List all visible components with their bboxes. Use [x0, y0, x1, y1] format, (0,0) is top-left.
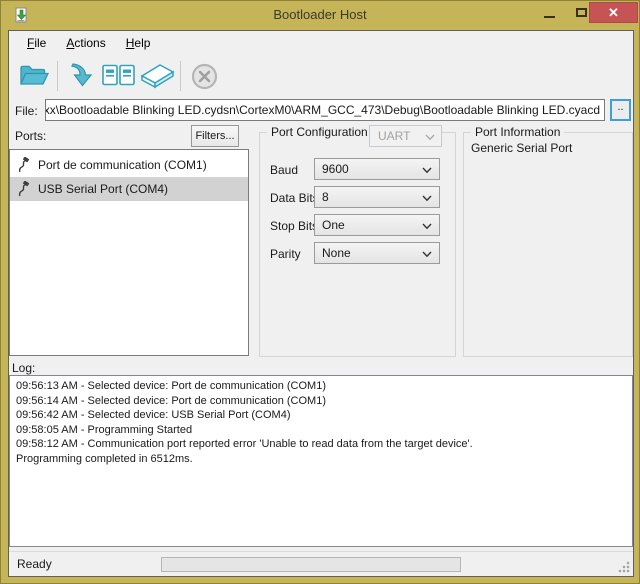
parity-select[interactable]: None	[314, 242, 440, 264]
resize-grip[interactable]	[618, 561, 630, 573]
chevron-down-icon	[422, 195, 432, 202]
port-information-title: Port Information	[471, 125, 564, 139]
ports-label: Ports:	[15, 129, 46, 143]
menu-actions[interactable]: Actions	[56, 31, 115, 56]
port-name: Port de communication (COM1)	[38, 158, 207, 172]
maximize-icon	[576, 8, 587, 17]
parity-label: Parity	[270, 247, 301, 261]
port-configuration-title: Port Configuration	[267, 125, 372, 139]
port-list-item-com4[interactable]: USB Serial Port (COM4)	[10, 177, 248, 201]
stop-bits-label: Stop Bits	[270, 219, 318, 233]
abort-button	[185, 59, 223, 93]
log-label: Log:	[12, 361, 35, 375]
chevron-down-icon	[425, 134, 435, 141]
serial-port-icon	[16, 157, 30, 173]
statusbar: Ready	[9, 551, 633, 576]
log-output[interactable]: 09:56:13 AM - Selected device: Port de c…	[9, 375, 633, 547]
erase-button[interactable]	[138, 59, 176, 93]
chevron-down-icon	[422, 223, 432, 230]
port-list-item-com1[interactable]: Port de communication (COM1)	[10, 153, 248, 177]
open-folder-icon	[18, 63, 50, 89]
file-path-input[interactable]: ader_41xx\Bootloadable Blinking LED.cyds…	[45, 99, 605, 121]
file-label: File:	[15, 104, 38, 118]
stop-bits-select[interactable]: One	[314, 214, 440, 236]
close-icon: ✕	[608, 6, 619, 19]
verify-documents-icon	[102, 64, 136, 88]
app-window: Bootloader Host ✕ File Actions Help	[0, 0, 640, 584]
port-configuration-group: Port Configuration Baud 9600 Data Bits 8…	[259, 132, 456, 357]
ports-list: Port de communication (COM1) USB Serial …	[9, 149, 249, 356]
baud-label: Baud	[270, 163, 298, 177]
menu-file[interactable]: File	[17, 31, 56, 56]
abort-circle-icon	[191, 63, 218, 90]
program-arrow-icon	[68, 62, 94, 90]
menubar: File Actions Help	[9, 31, 633, 56]
eraser-icon	[139, 63, 175, 89]
verify-button[interactable]	[100, 59, 138, 93]
port-name: USB Serial Port (COM4)	[38, 182, 168, 196]
baud-select[interactable]: 9600	[314, 158, 440, 180]
protocol-select: UART	[369, 125, 442, 147]
close-button[interactable]: ✕	[589, 2, 638, 23]
file-path-value: ader_41xx\Bootloadable Blinking LED.cyds…	[45, 103, 600, 117]
serial-port-icon	[16, 181, 30, 197]
port-information-group: Port Information Generic Serial Port	[463, 132, 633, 357]
chevron-down-icon	[422, 251, 432, 258]
data-bits-label: Data Bits	[270, 191, 319, 205]
toolbar-separator	[57, 61, 58, 91]
log-line: 09:56:42 AM - Selected device: USB Seria…	[16, 408, 626, 423]
log-line: Programming completed in 6512ms.	[16, 452, 626, 467]
progress-bar	[161, 557, 461, 572]
minimize-icon	[544, 16, 555, 18]
port-information-content: Generic Serial Port	[471, 141, 572, 155]
client-area: File Actions Help	[8, 30, 634, 577]
log-line: 09:58:05 AM - Programming Started	[16, 423, 626, 438]
status-text: Ready	[17, 557, 52, 571]
open-file-button[interactable]	[15, 59, 53, 93]
program-button[interactable]	[62, 59, 100, 93]
minimize-button[interactable]	[534, 2, 564, 23]
data-bits-select[interactable]: 8	[314, 186, 440, 208]
menu-help[interactable]: Help	[116, 31, 161, 56]
browse-button[interactable]: ..	[610, 99, 631, 121]
toolbar	[9, 56, 633, 96]
log-line: 09:58:12 AM - Communication port reporte…	[16, 437, 626, 452]
log-line: 09:56:13 AM - Selected device: Port de c…	[16, 379, 626, 394]
titlebar[interactable]: Bootloader Host ✕	[1, 1, 639, 30]
chevron-down-icon	[422, 167, 432, 174]
filters-button[interactable]: Filters...	[191, 125, 239, 147]
toolbar-separator	[180, 61, 181, 91]
log-line: 09:56:14 AM - Selected device: Port de c…	[16, 394, 626, 409]
